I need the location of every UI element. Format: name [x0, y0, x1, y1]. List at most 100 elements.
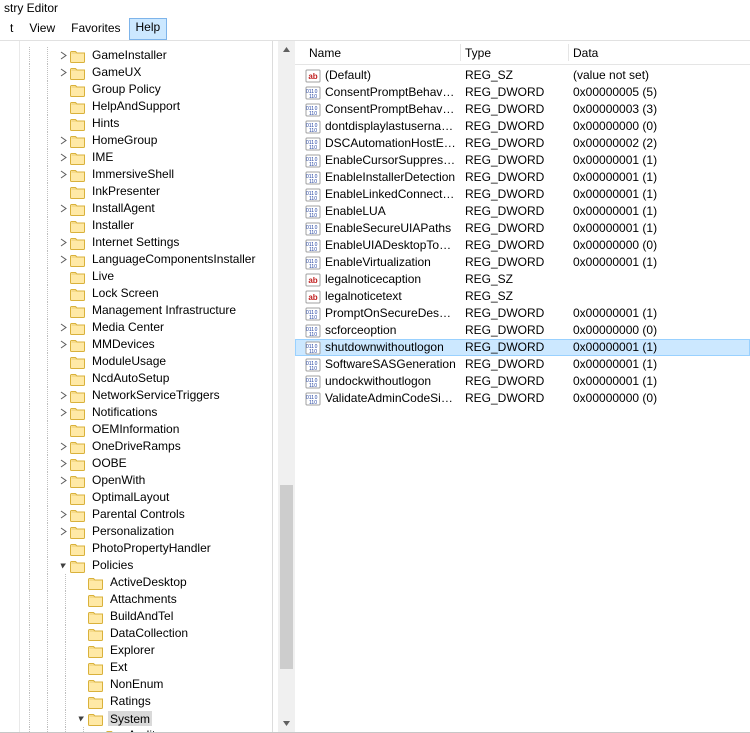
chevron-down-icon[interactable]: [74, 710, 88, 727]
list-row[interactable]: 0110110dontdisplaylastusernameREG_DWORD0…: [295, 118, 750, 135]
chevron-right-icon[interactable]: [56, 149, 70, 166]
tree-item[interactable]: DataCollection: [20, 625, 272, 642]
tree-item[interactable]: BuildAndTel: [20, 608, 272, 625]
list-row[interactable]: 0110110scforceoptionREG_DWORD0x00000000 …: [295, 322, 750, 339]
chevron-right-icon[interactable]: [56, 455, 70, 472]
reg-dword-icon: 0110110: [305, 170, 321, 186]
tree-item[interactable]: Live: [20, 268, 272, 285]
tree-item[interactable]: OEMInformation: [20, 421, 272, 438]
scroll-thumb[interactable]: [280, 485, 293, 669]
tree-item[interactable]: MMDevices: [20, 336, 272, 353]
tree-item[interactable]: NcdAutoSetup: [20, 370, 272, 387]
list-row[interactable]: 0110110ConsentPromptBehaviorUserREG_DWOR…: [295, 101, 750, 118]
chevron-right-icon[interactable]: [56, 336, 70, 353]
list-row[interactable]: 0110110SoftwareSASGenerationREG_DWORD0x0…: [295, 356, 750, 373]
tree-item[interactable]: ModuleUsage: [20, 353, 272, 370]
list-row[interactable]: ablegalnoticecaptionREG_SZ: [295, 271, 750, 288]
list-body[interactable]: ab(Default)REG_SZ(value not set)0110110C…: [295, 65, 750, 732]
list-row[interactable]: 0110110EnableInstallerDetectionREG_DWORD…: [295, 169, 750, 186]
tree-item[interactable]: Group Policy: [20, 81, 272, 98]
menu-favorites[interactable]: Favorites: [63, 18, 128, 40]
tree-item[interactable]: Policies: [20, 557, 272, 574]
tree-item[interactable]: OOBE: [20, 455, 272, 472]
chevron-right-icon[interactable]: [56, 200, 70, 217]
tree-item[interactable]: OptimalLayout: [20, 489, 272, 506]
chevron-right-icon[interactable]: [56, 132, 70, 149]
chevron-right-icon[interactable]: [56, 438, 70, 455]
header-name[interactable]: Name: [301, 41, 461, 64]
tree-item[interactable]: Audit: [20, 727, 272, 732]
chevron-right-icon[interactable]: [56, 387, 70, 404]
tree-item[interactable]: Hints: [20, 115, 272, 132]
tree-item-label: Parental Controls: [90, 507, 187, 522]
chevron-right-icon[interactable]: [56, 47, 70, 64]
tree-item[interactable]: NonEnum: [20, 676, 272, 693]
list-row[interactable]: 0110110EnableVirtualizationREG_DWORD0x00…: [295, 254, 750, 271]
tree-item-label: Policies: [90, 558, 135, 573]
scroll-down-icon[interactable]: [278, 715, 295, 732]
tree-vertical-scrollbar[interactable]: [278, 41, 295, 732]
tree-item[interactable]: NetworkServiceTriggers: [20, 387, 272, 404]
tree-item[interactable]: Lock Screen: [20, 285, 272, 302]
menu-help[interactable]: Help: [129, 18, 168, 40]
tree-item[interactable]: IME: [20, 149, 272, 166]
list-header: Name Type Data: [295, 41, 750, 65]
chevron-right-icon[interactable]: [56, 523, 70, 540]
tree-item[interactable]: Attachments: [20, 591, 272, 608]
scroll-track[interactable]: [278, 58, 295, 715]
client-area: GameInstallerGameUXGroup PolicyHelpAndSu…: [0, 41, 750, 733]
tree-item[interactable]: System: [20, 710, 272, 727]
tree-item[interactable]: ActiveDesktop: [20, 574, 272, 591]
menu-view[interactable]: View: [21, 18, 63, 40]
list-row[interactable]: ab(Default)REG_SZ(value not set): [295, 67, 750, 84]
chevron-right-icon[interactable]: [56, 404, 70, 421]
list-row[interactable]: ablegalnoticetextREG_SZ: [295, 288, 750, 305]
tree-item[interactable]: InkPresenter: [20, 183, 272, 200]
list-row[interactable]: 0110110ConsentPromptBehaviorAdminREG_DWO…: [295, 84, 750, 101]
list-row[interactable]: 0110110shutdownwithoutlogonREG_DWORD0x00…: [295, 339, 750, 356]
tree-item[interactable]: Ext: [20, 659, 272, 676]
list-row[interactable]: 0110110EnableUIADesktopToggleREG_DWORD0x…: [295, 237, 750, 254]
tree-item[interactable]: Installer: [20, 217, 272, 234]
tree-item[interactable]: Parental Controls: [20, 506, 272, 523]
chevron-right-icon[interactable]: [56, 234, 70, 251]
tree-item[interactable]: OneDriveRamps: [20, 438, 272, 455]
tree-item[interactable]: Internet Settings: [20, 234, 272, 251]
tree-item[interactable]: GameUX: [20, 64, 272, 81]
registry-tree[interactable]: GameInstallerGameUXGroup PolicyHelpAndSu…: [20, 41, 272, 732]
list-row[interactable]: 0110110EnableLinkedConnectionsREG_DWORD0…: [295, 186, 750, 203]
chevron-down-icon[interactable]: [56, 557, 70, 574]
tree-item[interactable]: Media Center: [20, 319, 272, 336]
menu-t[interactable]: t: [2, 18, 21, 40]
chevron-right-icon[interactable]: [56, 319, 70, 336]
header-type[interactable]: Type: [461, 41, 569, 64]
tree-item[interactable]: HomeGroup: [20, 132, 272, 149]
header-data[interactable]: Data: [569, 41, 750, 64]
scroll-up-icon[interactable]: [278, 41, 295, 58]
tree-item[interactable]: Explorer: [20, 642, 272, 659]
list-row[interactable]: 0110110undockwithoutlogonREG_DWORD0x0000…: [295, 373, 750, 390]
tree-item[interactable]: LanguageComponentsInstaller: [20, 251, 272, 268]
tree-item[interactable]: InstallAgent: [20, 200, 272, 217]
list-row[interactable]: 0110110ValidateAdminCodeSignaturesREG_DW…: [295, 390, 750, 407]
list-row[interactable]: 0110110EnableLUAREG_DWORD0x00000001 (1): [295, 203, 750, 220]
chevron-right-icon[interactable]: [56, 506, 70, 523]
folder-icon: [88, 609, 104, 625]
chevron-right-icon[interactable]: [56, 64, 70, 81]
list-row[interactable]: 0110110DSCAutomationHostEnabledREG_DWORD…: [295, 135, 750, 152]
list-row[interactable]: 0110110EnableCursorSuppressionREG_DWORD0…: [295, 152, 750, 169]
tree-item[interactable]: GameInstaller: [20, 47, 272, 64]
tree-item[interactable]: Management Infrastructure: [20, 302, 272, 319]
chevron-right-icon[interactable]: [56, 166, 70, 183]
tree-item[interactable]: Ratings: [20, 693, 272, 710]
tree-item[interactable]: PhotoPropertyHandler: [20, 540, 272, 557]
tree-item[interactable]: Personalization: [20, 523, 272, 540]
tree-item[interactable]: OpenWith: [20, 472, 272, 489]
tree-item[interactable]: ImmersiveShell: [20, 166, 272, 183]
chevron-right-icon[interactable]: [56, 472, 70, 489]
list-row[interactable]: 0110110EnableSecureUIAPathsREG_DWORD0x00…: [295, 220, 750, 237]
list-row[interactable]: 0110110PromptOnSecureDesktopREG_DWORD0x0…: [295, 305, 750, 322]
tree-item[interactable]: HelpAndSupport: [20, 98, 272, 115]
tree-item[interactable]: Notifications: [20, 404, 272, 421]
chevron-right-icon[interactable]: [56, 251, 70, 268]
